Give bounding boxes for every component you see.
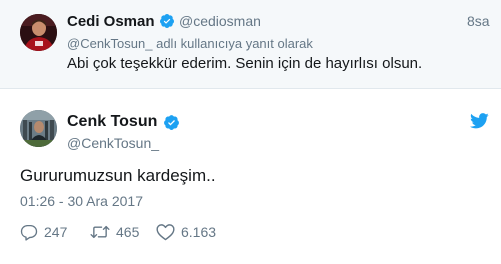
heart-icon: [156, 224, 175, 241]
reply-author-name[interactable]: Cedi Osman: [67, 13, 155, 30]
verified-badge-icon: [159, 14, 174, 28]
like-button[interactable]: 6.163: [156, 220, 216, 244]
reply-count: 247: [44, 224, 68, 240]
reply-context-label: adlı kullanıcıya yanıt olarak: [156, 36, 313, 51]
reply-context-mention[interactable]: @CenkTosun_: [67, 36, 152, 51]
tweet-embed: Cedi Osman @cediosman 8sa @CenkTosun_ ad…: [0, 0, 501, 264]
reply-author-handle[interactable]: @cediosman: [179, 13, 261, 29]
reply-icon: [20, 224, 38, 241]
retweet-icon: [90, 225, 110, 239]
reply-tweet-text: Abi çok teşekkür ederim. Senin için de h…: [67, 55, 423, 72]
main-tweet-text: Gururumuzsun kardeşim..: [20, 166, 216, 185]
retweet-count: 465: [116, 224, 140, 240]
reply-tweet[interactable]: Cedi Osman @cediosman 8sa @CenkTosun_ ad…: [0, 0, 501, 89]
avatar[interactable]: [20, 110, 57, 147]
reply-timestamp[interactable]: 8sa: [467, 13, 490, 29]
main-tweet-date[interactable]: 01:26 - 30 Ara 2017: [20, 193, 143, 209]
avatar[interactable]: [20, 14, 57, 51]
verified-badge-icon: [164, 115, 179, 130]
reply-button[interactable]: 247: [20, 220, 67, 244]
cedi-osman-avatar-image: [20, 14, 57, 51]
main-author-handle[interactable]: @CenkTosun_: [67, 135, 159, 151]
twitter-bird-icon[interactable]: [470, 113, 489, 129]
cenk-tosun-avatar-image: [20, 110, 57, 147]
tweet-actions: 247 465 6.163: [0, 220, 501, 244]
reply-context: @CenkTosun_ adlı kullanıcıya yanıt olara…: [67, 36, 313, 51]
like-count: 6.163: [181, 224, 217, 240]
retweet-button[interactable]: 465: [90, 220, 139, 244]
main-author-name[interactable]: Cenk Tosun: [67, 113, 157, 131]
